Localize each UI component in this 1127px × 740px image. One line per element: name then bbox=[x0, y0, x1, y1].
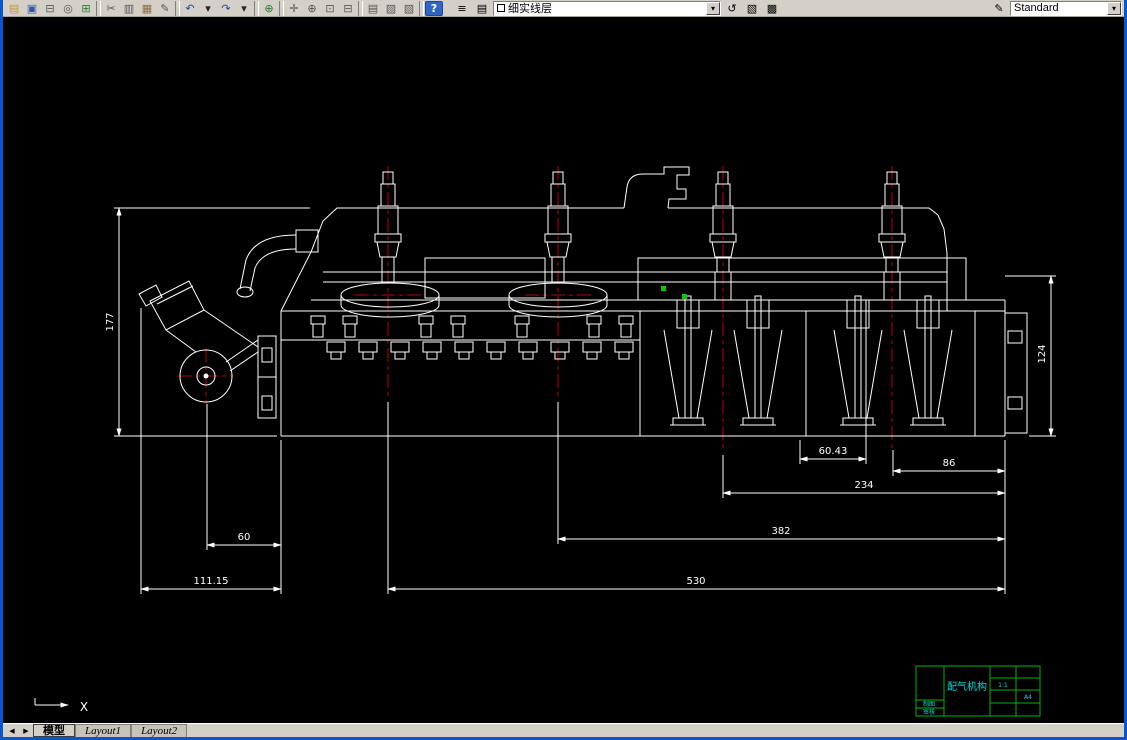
toolbar-separator bbox=[254, 1, 259, 16]
engine-assembly[interactable] bbox=[139, 167, 1027, 436]
valve-section bbox=[640, 296, 1027, 436]
layer-combo[interactable]: 细实线层 ▾ bbox=[493, 1, 721, 16]
redo-flyout-icon[interactable]: ▾ bbox=[235, 1, 253, 16]
cut-icon[interactable]: ✂ bbox=[102, 1, 120, 16]
layer-toolbar-group: ≡ ▤ 细实线层 ▾ ↺ ▧ ▩ bbox=[453, 1, 781, 16]
toolbar-separator bbox=[358, 1, 363, 16]
dimensions[interactable]: 177 124 60.43 86 bbox=[105, 208, 1056, 594]
plot-preview-icon[interactable]: ◎ bbox=[59, 1, 77, 16]
svg-text:234: 234 bbox=[854, 480, 873, 491]
undo-flyout-icon[interactable]: ▾ bbox=[199, 1, 217, 16]
dim-60-43: 60.43 bbox=[800, 300, 866, 464]
text-style-combo[interactable]: Standard ▾ bbox=[1010, 1, 1122, 16]
plot-icon[interactable]: ⊟ bbox=[41, 1, 59, 16]
pan-icon[interactable]: ✛ bbox=[285, 1, 303, 16]
tab-layout2[interactable]: Layout2 bbox=[131, 724, 187, 737]
dim-86: 86 bbox=[893, 440, 1005, 476]
standard-toolbar: ▤▣⊟◎⊞✂▥▦✎↶▾↷▾⊕✛⊕⊡⊟▤▨▧? ≡ ▤ 细实线层 ▾ ↺ ▧ ▩ … bbox=[3, 0, 1124, 17]
svg-text:111.15: 111.15 bbox=[194, 576, 229, 587]
tool-palettes-icon[interactable]: ▧ bbox=[400, 1, 418, 16]
toolbar-separator bbox=[96, 1, 101, 16]
tab-model[interactable]: 模型 bbox=[33, 724, 75, 737]
layers-icon[interactable]: ≡ bbox=[453, 1, 471, 16]
match-layer-icon[interactable]: ▧ bbox=[743, 1, 761, 16]
title-block-checker: 审核 bbox=[923, 708, 935, 716]
text-style-combo-arrow-icon[interactable]: ▾ bbox=[1107, 2, 1121, 15]
text-style-combo-value: Standard bbox=[1014, 2, 1059, 14]
application-window: ▤▣⊟◎⊞✂▥▦✎↶▾↷▾⊕✛⊕⊡⊟▤▨▧? ≡ ▤ 细实线层 ▾ ↺ ▧ ▩ … bbox=[0, 0, 1127, 740]
dim-124: 124 bbox=[1005, 276, 1056, 436]
styles-toolbar-group: ✎ Standard ▾ bbox=[990, 1, 1122, 16]
undo-icon[interactable]: ↶ bbox=[181, 1, 199, 16]
layer-combo-arrow-icon[interactable]: ▾ bbox=[706, 2, 720, 15]
svg-text:530: 530 bbox=[686, 576, 705, 587]
ucs-icon: X bbox=[35, 698, 88, 714]
dim-234: 234 bbox=[723, 455, 1005, 498]
text-style-icon[interactable]: ✎ bbox=[990, 1, 1008, 16]
toolbar-icon-group: ▤▣⊟◎⊞✂▥▦✎↶▾↷▾⊕✛⊕⊡⊟▤▨▧? bbox=[5, 1, 443, 16]
open-icon[interactable]: ▤ bbox=[5, 1, 23, 16]
svg-text:177: 177 bbox=[105, 312, 116, 331]
svg-text:60: 60 bbox=[238, 532, 251, 543]
title-block[interactable]: 配气机构 制图 审核 1:1 A4 bbox=[916, 666, 1040, 716]
title-block-drafter: 制图 bbox=[923, 700, 935, 708]
dim-530: 530 bbox=[388, 402, 1005, 594]
toolbar-separator bbox=[419, 1, 424, 16]
svg-text:124: 124 bbox=[1037, 344, 1048, 363]
zoom-realtime-icon[interactable]: ⊕ bbox=[303, 1, 321, 16]
layer-combo-value: 细实线层 bbox=[508, 0, 552, 16]
publish-icon[interactable]: ⊞ bbox=[77, 1, 95, 16]
svg-text:60.43: 60.43 bbox=[819, 446, 848, 457]
centerlines[interactable] bbox=[178, 166, 892, 450]
head-bolts bbox=[311, 316, 633, 359]
title-block-sheet: A4 bbox=[1024, 694, 1032, 701]
toolbar-separator bbox=[175, 1, 180, 16]
tab-scroll-left-icon[interactable]: ◀ bbox=[5, 724, 19, 737]
layout-tab-bar: ◀ ▶ 模型 Layout1 Layout2 bbox=[3, 723, 1124, 737]
hyperlink-icon[interactable]: ⊕ bbox=[260, 1, 278, 16]
layer-color-swatch bbox=[497, 4, 505, 12]
dim-382: 382 bbox=[558, 402, 1005, 544]
dim-60: 60 bbox=[207, 404, 281, 550]
title-block-title: 配气机构 bbox=[947, 680, 987, 693]
layer-manager-icon[interactable]: ▤ bbox=[473, 1, 491, 16]
layer-states-icon[interactable]: ▩ bbox=[763, 1, 781, 16]
designcenter-icon[interactable]: ▨ bbox=[382, 1, 400, 16]
redo-icon[interactable]: ↷ bbox=[217, 1, 235, 16]
tab-layout1[interactable]: Layout1 bbox=[75, 724, 131, 737]
svg-text:382: 382 bbox=[771, 526, 790, 537]
title-block-scale: 1:1 bbox=[998, 682, 1008, 689]
drawing-canvas[interactable]: 177 124 60.43 86 bbox=[3, 17, 1124, 723]
tab-scroll-right-icon[interactable]: ▶ bbox=[19, 724, 33, 737]
left-assembly bbox=[139, 230, 318, 418]
copy-icon[interactable]: ▥ bbox=[120, 1, 138, 16]
zoom-window-icon[interactable]: ⊡ bbox=[321, 1, 339, 16]
layer-previous-icon[interactable]: ↺ bbox=[723, 1, 741, 16]
match-properties-icon[interactable]: ✎ bbox=[156, 1, 174, 16]
toolbar-separator bbox=[279, 1, 284, 16]
properties-icon[interactable]: ▤ bbox=[364, 1, 382, 16]
paste-icon[interactable]: ▦ bbox=[138, 1, 156, 16]
zoom-previous-icon[interactable]: ⊟ bbox=[339, 1, 357, 16]
save-icon[interactable]: ▣ bbox=[23, 1, 41, 16]
svg-text:86: 86 bbox=[943, 458, 956, 469]
drawing-area[interactable]: 177 124 60.43 86 bbox=[3, 17, 1124, 723]
help-icon[interactable]: ? bbox=[425, 1, 443, 16]
ucs-x-label: X bbox=[80, 700, 88, 714]
